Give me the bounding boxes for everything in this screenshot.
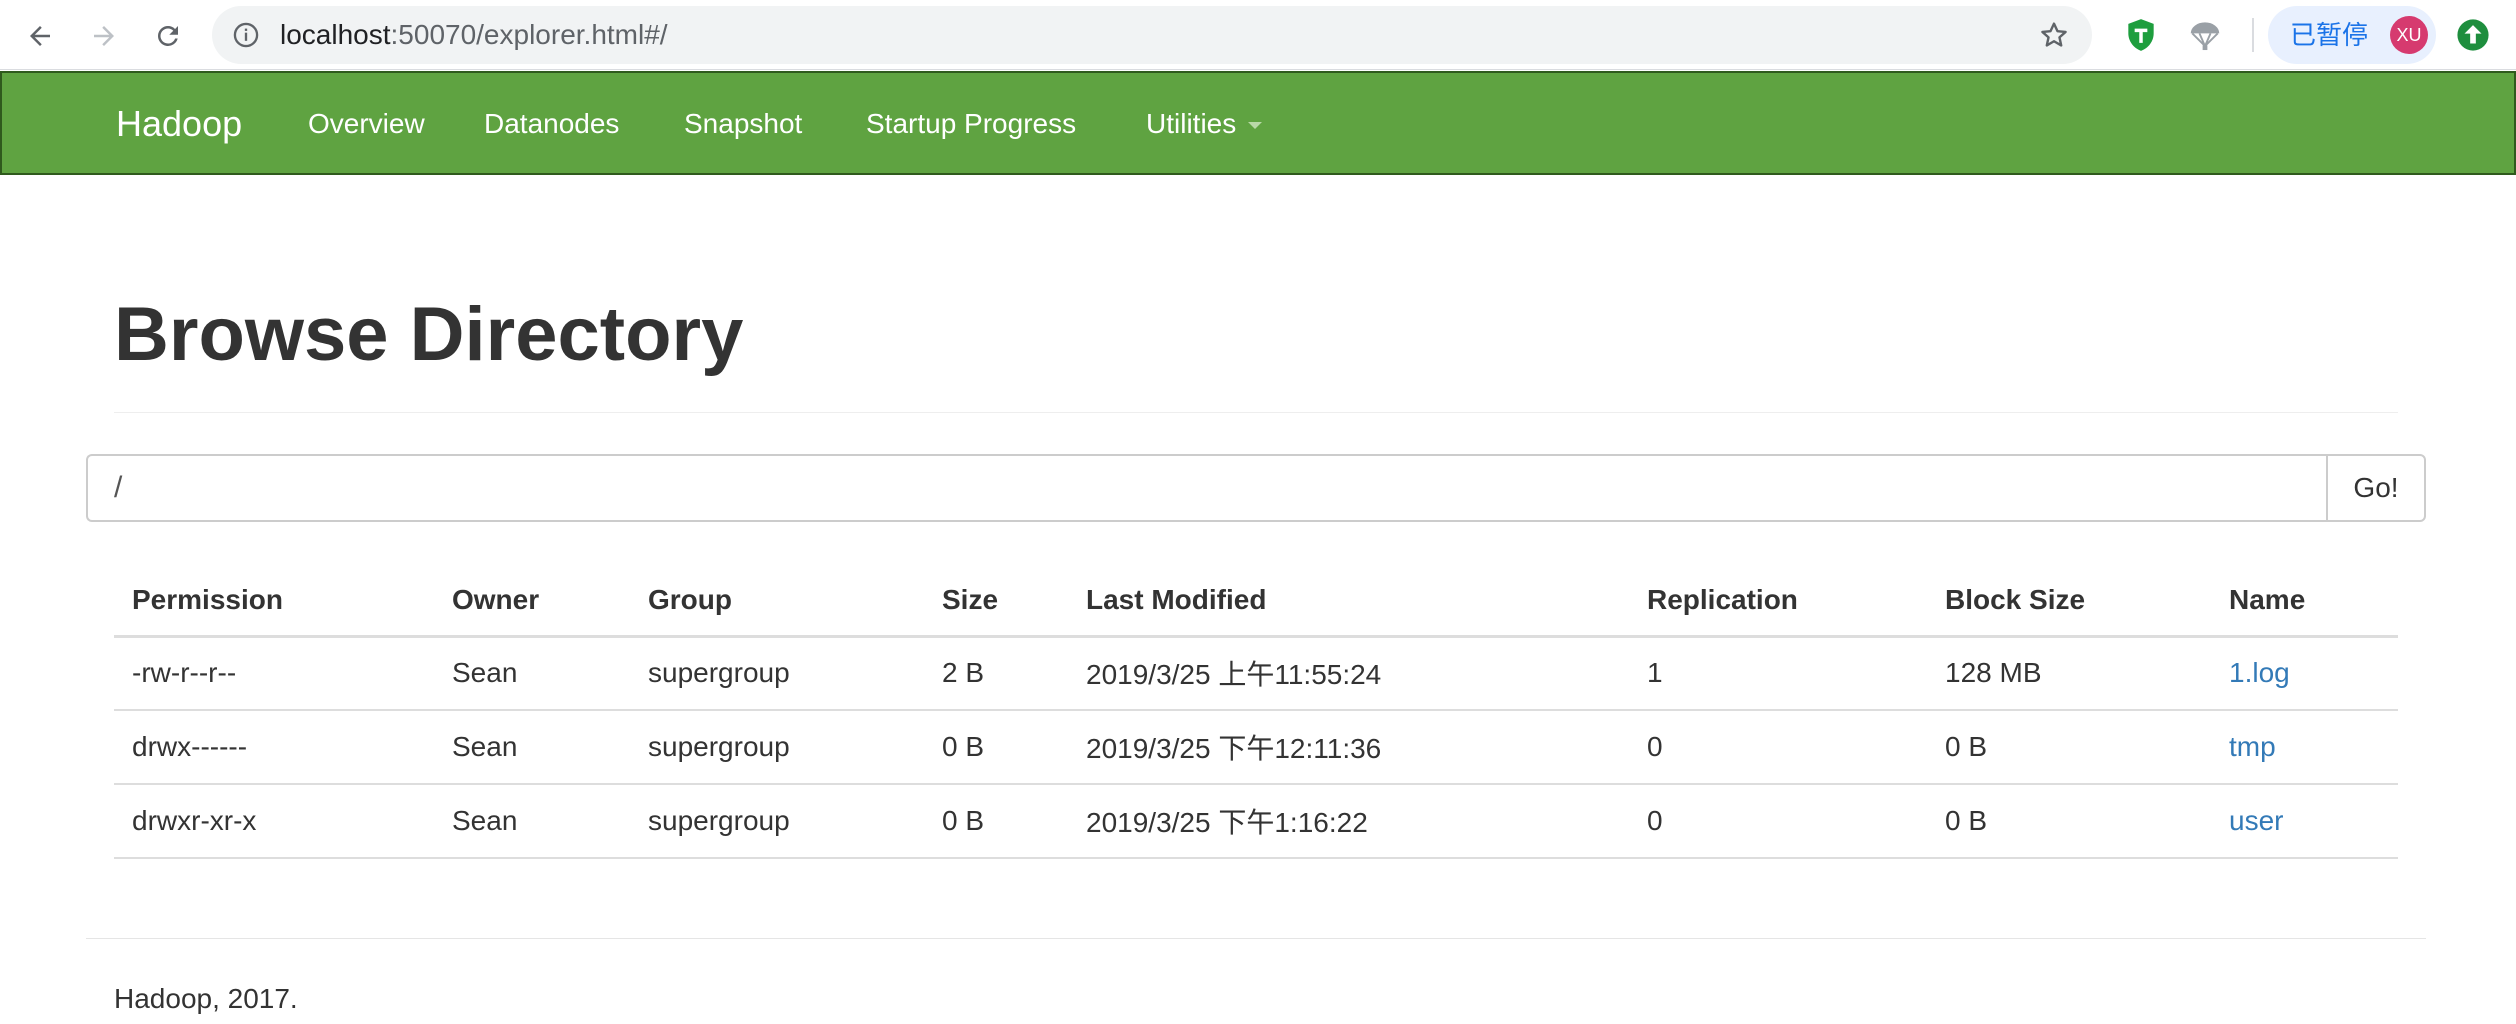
shield-extension-icon[interactable] bbox=[2122, 16, 2160, 54]
nav-datanodes[interactable]: Datanodes bbox=[484, 107, 619, 141]
header-last-modified[interactable]: Last Modified bbox=[1068, 566, 1629, 638]
cell-replication[interactable]: 0 bbox=[1629, 710, 1927, 785]
reload-icon bbox=[158, 25, 178, 46]
go-button[interactable]: Go! bbox=[2326, 454, 2426, 522]
cell-last-modified: 2019/3/25 下午1:16:22 bbox=[1068, 784, 1629, 859]
cell-permission[interactable]: -rw-r--r-- bbox=[114, 636, 434, 711]
cell-owner: Sean bbox=[434, 636, 630, 711]
cell-owner: Sean bbox=[434, 784, 630, 859]
hadoop-navbar: Hadoop Overview Datanodes Snapshot Start… bbox=[0, 71, 2516, 175]
profile-button[interactable]: 已暂停 XU bbox=[2268, 6, 2436, 64]
directory-link[interactable]: user bbox=[2229, 805, 2283, 836]
header-replication[interactable]: Replication bbox=[1629, 566, 1927, 638]
title-divider bbox=[114, 412, 2398, 413]
header-group[interactable]: Group bbox=[630, 566, 924, 638]
profile-status: 已暂停 bbox=[2290, 20, 2369, 50]
table-header-row: Permission Owner Group Size Last Modifie… bbox=[114, 566, 2398, 638]
url-text[interactable]: localhost:50070/explorer.html#/ bbox=[280, 19, 668, 51]
site-info-icon[interactable] bbox=[232, 21, 260, 49]
url-host: localhost bbox=[280, 19, 391, 50]
avatar: XU bbox=[2390, 16, 2428, 54]
cell-name: user bbox=[2211, 784, 2398, 859]
nav-overview[interactable]: Overview bbox=[308, 107, 425, 141]
cell-group: supergroup bbox=[630, 636, 924, 711]
cell-size: 0 B bbox=[924, 710, 1068, 785]
cell-last-modified: 2019/3/25 上午11:55:24 bbox=[1068, 636, 1629, 711]
directory-link[interactable]: tmp bbox=[2229, 731, 2276, 762]
page-title: Browse Directory bbox=[114, 292, 744, 377]
bookmark-star-icon[interactable] bbox=[2038, 19, 2070, 51]
header-owner[interactable]: Owner bbox=[434, 566, 630, 638]
cell-name: tmp bbox=[2211, 710, 2398, 785]
header-block-size[interactable]: Block Size bbox=[1927, 566, 2211, 638]
cell-block-size: 0 B bbox=[1927, 784, 2211, 859]
footer-divider bbox=[86, 938, 2426, 939]
cell-permission[interactable]: drwxr-xr-x bbox=[114, 784, 434, 859]
reload-button[interactable] bbox=[146, 14, 190, 58]
cell-name: 1.log bbox=[2211, 636, 2398, 711]
address-bar[interactable]: localhost:50070/explorer.html#/ bbox=[212, 6, 2092, 64]
cell-group: supergroup bbox=[630, 710, 924, 785]
cell-group: supergroup bbox=[630, 784, 924, 859]
cell-last-modified: 2019/3/25 下午12:11:36 bbox=[1068, 710, 1629, 785]
forward-button[interactable] bbox=[82, 14, 126, 58]
cell-replication[interactable]: 1 bbox=[1629, 636, 1927, 711]
footer-copyright: Hadoop, 2017. bbox=[114, 983, 298, 1014]
back-button[interactable] bbox=[18, 14, 62, 58]
cell-block-size: 0 B bbox=[1927, 710, 2211, 785]
nav-utilities-label: Utilities bbox=[1146, 108, 1237, 139]
back-arrow-icon bbox=[30, 26, 50, 46]
browser-toolbar: localhost:50070/explorer.html#/ 已暂停 XU bbox=[0, 0, 2516, 70]
cell-block-size: 128 MB bbox=[1927, 636, 2211, 711]
cell-size: 2 B bbox=[924, 636, 1068, 711]
caret-down-icon bbox=[1248, 122, 1263, 130]
parachute-extension-icon[interactable] bbox=[2186, 16, 2224, 54]
cell-size: 0 B bbox=[924, 784, 1068, 859]
forward-arrow-icon bbox=[94, 26, 114, 46]
header-size[interactable]: Size bbox=[924, 566, 1068, 638]
header-name[interactable]: Name bbox=[2211, 566, 2398, 638]
table-row: drwx------ Sean supergroup 0 B 2019/3/25… bbox=[114, 710, 2398, 785]
url-path: :50070/explorer.html#/ bbox=[390, 19, 668, 50]
header-permission[interactable]: Permission bbox=[114, 566, 434, 638]
cell-permission[interactable]: drwx------ bbox=[114, 710, 434, 785]
nav-utilities-dropdown[interactable]: Utilities bbox=[1146, 107, 1263, 141]
cell-owner: Sean bbox=[434, 710, 630, 785]
nav-startup-progress[interactable]: Startup Progress bbox=[866, 107, 1076, 141]
nav-snapshot[interactable]: Snapshot bbox=[684, 107, 802, 141]
update-icon[interactable] bbox=[2456, 18, 2490, 52]
directory-table: Permission Owner Group Size Last Modifie… bbox=[114, 566, 2398, 859]
file-link[interactable]: 1.log bbox=[2229, 657, 2290, 688]
brand-link[interactable]: Hadoop bbox=[116, 103, 242, 145]
table-row: drwxr-xr-x Sean supergroup 0 B 2019/3/25… bbox=[114, 784, 2398, 859]
directory-path-input[interactable] bbox=[86, 454, 2328, 522]
table-row: -rw-r--r-- Sean supergroup 2 B 2019/3/25… bbox=[114, 636, 2398, 711]
cell-replication[interactable]: 0 bbox=[1629, 784, 1927, 859]
toolbar-separator bbox=[2252, 18, 2254, 52]
